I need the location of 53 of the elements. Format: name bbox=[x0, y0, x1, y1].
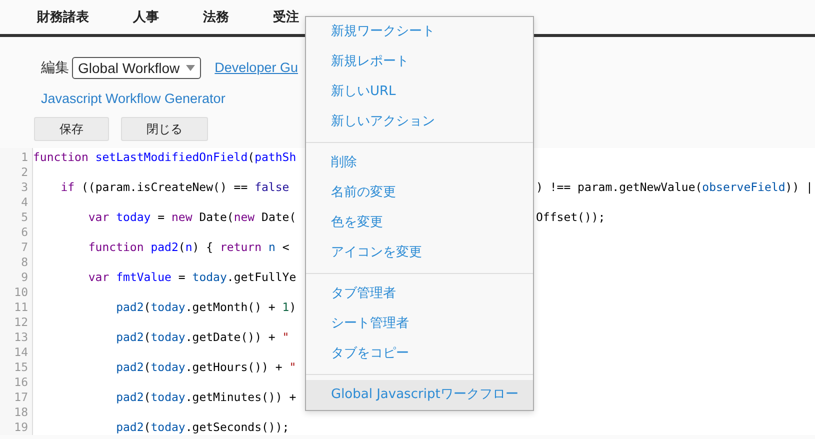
code-text: function setLastModifiedOnField(pathSh bbox=[33, 150, 296, 164]
menu-item[interactable]: 削除 bbox=[306, 148, 533, 178]
line-number: 15 bbox=[13, 360, 29, 375]
nav-tab[interactable]: 人事 bbox=[118, 8, 174, 26]
line-number: 2 bbox=[20, 165, 29, 180]
line-number: 17 bbox=[13, 390, 29, 405]
line-number: 19 bbox=[13, 420, 29, 435]
line-number: 3 bbox=[20, 180, 29, 195]
line-number: 7 bbox=[20, 240, 29, 255]
developer-guide-link[interactable]: Developer Gu bbox=[214, 60, 298, 75]
code-text: pad2(today.getHours()) + " bbox=[115, 360, 296, 374]
workflow-select[interactable]: Global Workflow bbox=[72, 56, 201, 78]
menu-item[interactable]: Global Javascriptワークフロー bbox=[306, 380, 533, 410]
nav-tab[interactable]: 財務諸表 bbox=[22, 8, 104, 26]
line-number: 8 bbox=[20, 255, 29, 270]
code-text: function pad2(n) { return n < bbox=[87, 240, 290, 254]
line-number: 9 bbox=[20, 270, 29, 285]
code-text: pad2(today.getSeconds()); bbox=[115, 420, 290, 434]
line-number: 4 bbox=[20, 195, 29, 210]
menu-item[interactable]: 名前の変更 bbox=[306, 178, 533, 208]
save-button[interactable]: 保存 bbox=[34, 117, 109, 141]
menu-item[interactable]: シート管理者 bbox=[306, 309, 533, 339]
code-text: pad2(today.getMinutes()) + bbox=[115, 390, 296, 404]
menu-item[interactable]: 新規レポート bbox=[306, 47, 533, 77]
code-text: if ((param.isCreateNew() == false bbox=[60, 180, 290, 194]
line-number: 13 bbox=[13, 330, 29, 345]
code-text: var fmtValue = today.getFullYe bbox=[87, 270, 296, 284]
menu-item[interactable]: 色を変更 bbox=[306, 208, 533, 238]
menu-item[interactable]: 新しいアクション bbox=[306, 107, 533, 137]
line-number: 5 bbox=[20, 210, 29, 225]
menu-item[interactable]: 新しいURL bbox=[306, 77, 533, 107]
line-number: 12 bbox=[13, 315, 29, 330]
caret-icon bbox=[186, 64, 195, 70]
code-text: pad2(today.getDate()) + " bbox=[115, 330, 290, 344]
line-number: 1 bbox=[20, 150, 29, 165]
menu-item[interactable]: タブ管理者 bbox=[306, 279, 533, 309]
generator-link[interactable]: Javascript Workflow Generator bbox=[41, 91, 226, 106]
code-text: var today = new Date(new Date( bbox=[87, 210, 296, 224]
menu-item[interactable]: 新規ワークシート bbox=[306, 17, 533, 47]
menu-item[interactable]: タブをコピー bbox=[306, 339, 533, 369]
line-number: 10 bbox=[13, 285, 29, 300]
code-text: Offset()); bbox=[536, 210, 606, 224]
line-number: 18 bbox=[13, 405, 29, 420]
code-text: pad2(today.getMonth() + 1) bbox=[115, 300, 296, 314]
menu-item[interactable]: アイコンを変更 bbox=[306, 238, 533, 268]
code-text: ) !== param.getNewValue(observeField)) | bbox=[536, 180, 813, 194]
line-number: 16 bbox=[13, 375, 29, 390]
line-number: 6 bbox=[20, 225, 29, 240]
edit-label: 編集 bbox=[41, 58, 69, 76]
line-number: 14 bbox=[13, 345, 29, 360]
close-button[interactable]: 閉じる bbox=[121, 117, 208, 141]
nav-tab[interactable]: 法務 bbox=[188, 8, 244, 26]
line-number: 11 bbox=[13, 300, 29, 315]
